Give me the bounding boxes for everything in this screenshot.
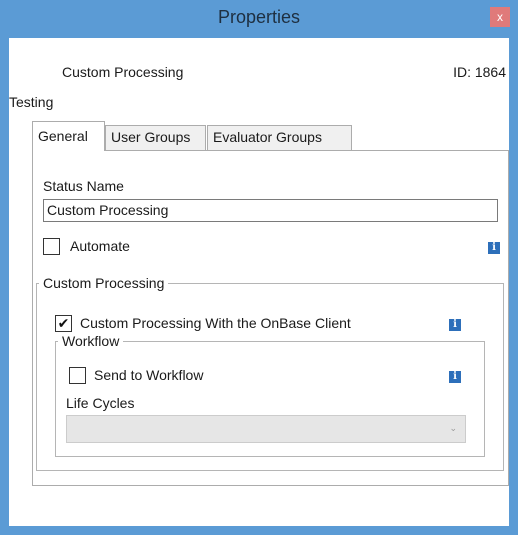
life-cycles-dropdown[interactable]: ⌄ — [66, 415, 466, 443]
dialog-body: Custom Processing ID: 1864 Testing Gener… — [9, 38, 509, 526]
title-bar[interactable]: Properties x — [0, 0, 518, 36]
automate-label: Automate — [70, 238, 130, 254]
group-name: Testing — [9, 94, 54, 110]
item-name: Custom Processing — [62, 64, 184, 80]
life-cycles-label: Life Cycles — [66, 395, 135, 411]
close-button[interactable]: x — [490, 7, 510, 27]
send-to-workflow-checkbox[interactable] — [69, 367, 86, 384]
close-icon: x — [497, 10, 503, 24]
tab-evaluator-groups[interactable]: Evaluator Groups — [207, 125, 352, 151]
info-icon[interactable]: i — [488, 242, 500, 254]
info-icon[interactable]: i — [449, 319, 461, 331]
general-tab-panel: Status Name Custom Processing Automate i… — [32, 150, 509, 486]
onbase-client-label: Custom Processing With the OnBase Client — [80, 315, 351, 331]
tab-user-groups[interactable]: User Groups — [105, 125, 206, 151]
checkmark-icon: ✔ — [57, 315, 70, 331]
custom-processing-legend: Custom Processing — [43, 275, 165, 291]
automate-checkbox[interactable] — [43, 238, 60, 255]
send-to-workflow-label: Send to Workflow — [94, 367, 204, 383]
status-name-input[interactable]: Custom Processing — [43, 199, 498, 222]
onbase-client-checkbox[interactable]: ✔ — [55, 315, 72, 332]
workflow-legend: Workflow — [62, 333, 120, 349]
tab-evaluator-groups-label: Evaluator Groups — [213, 129, 322, 145]
item-id: ID: 1864 — [453, 64, 506, 80]
window-title: Properties — [217, 7, 301, 27]
status-name-label: Status Name — [43, 178, 124, 194]
info-icon[interactable]: i — [449, 371, 461, 383]
properties-window: Properties x Custom Processing ID: 1864 … — [0, 0, 518, 535]
tab-general-label: General — [38, 128, 88, 144]
tab-general[interactable]: General — [32, 121, 105, 151]
tab-user-groups-label: User Groups — [111, 129, 191, 145]
chevron-down-icon: ⌄ — [449, 423, 457, 433]
status-name-value: Custom Processing — [47, 202, 169, 218]
